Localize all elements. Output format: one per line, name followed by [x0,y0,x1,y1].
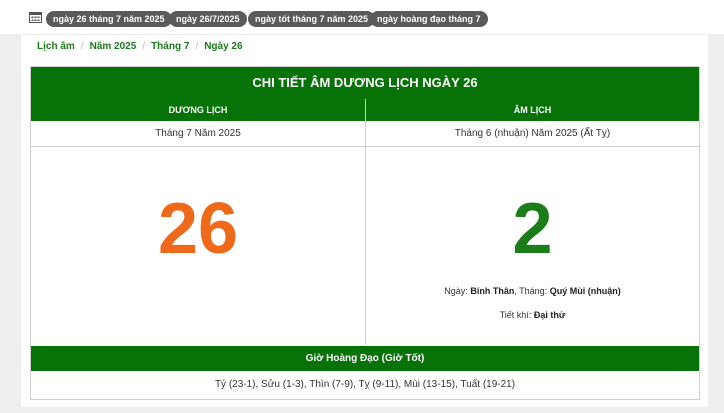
content-panel: Lịch âm / Năm 2025 / Tháng 7 / Ngày 26 CHI TIẾ… [21,35,708,407]
breadcrumb-separator: / [80,41,84,52]
solar-term-value: Đại thử [533,310,566,320]
good-hours-list: Tý (23-1), Sửu (1-3), Thìn (7-9), Tỵ (9-… [214,379,516,390]
breadcrumb: Lịch âm / Năm 2025 / Tháng 7 / Ngày 26 [37,41,243,52]
tag-link-good-days[interactable]: ngày tốt tháng 7 năm 2025 [248,11,376,27]
lunar-day-month-info: Ngày: Bính Thân, Tháng: Quý Mùi (nhuận) [366,286,699,296]
row-divider [31,146,699,147]
calendar-title: CHI TIẾT ÂM DƯƠNG LỊCH NGÀY 26 [31,67,699,99]
tag-link-date-full[interactable]: ngày 26 tháng 7 năm 2025 [46,11,172,27]
lunar-month-year: Tháng 6 (nhuận) Năm 2025 (Ất Tỵ) [454,128,611,139]
tag-link-auspicious-days[interactable]: ngày hoàng đạo tháng 7 [370,11,488,27]
day-name: Bính Thân [470,286,515,296]
solar-term-label: Tiết khí: [499,310,532,320]
solar-month-year: Tháng 7 Năm 2025 [155,128,241,139]
breadcrumb-month[interactable]: Tháng 7 [151,41,189,52]
tag-bar: ngày 26 tháng 7 năm 2025 ngày 26/7/2025 … [0,0,724,34]
breadcrumb-year[interactable]: Năm 2025 [90,41,137,52]
month-name: Quý Mùi (nhuận) [549,286,621,296]
solar-column-heading: DƯƠNG LỊCH [31,99,365,121]
solar-day-number: 26 [157,189,239,269]
day-label: Ngày: [444,286,468,296]
good-hours-heading: Giờ Hoàng Đạo (Giờ Tốt) [31,346,699,371]
calendar-icon [29,12,42,23]
lunar-day-number: 2 [512,189,553,269]
month-label: , Tháng: [514,286,548,296]
tag-link-date-short[interactable]: ngày 26/7/2025 [169,11,247,27]
lunar-column-heading: ÂM LỊCH [366,99,699,121]
breadcrumb-separator: / [142,41,146,52]
breadcrumb-day[interactable]: Ngày 26 [204,41,242,52]
solar-term-info: Tiết khí: Đại thử [366,310,699,320]
breadcrumb-lunar-calendar[interactable]: Lịch âm [37,41,75,52]
breadcrumb-separator: / [195,41,199,52]
calendar-detail-table: CHI TIẾT ÂM DƯƠNG LỊCH NGÀY 26 DƯƠNG LỊC… [30,66,700,400]
